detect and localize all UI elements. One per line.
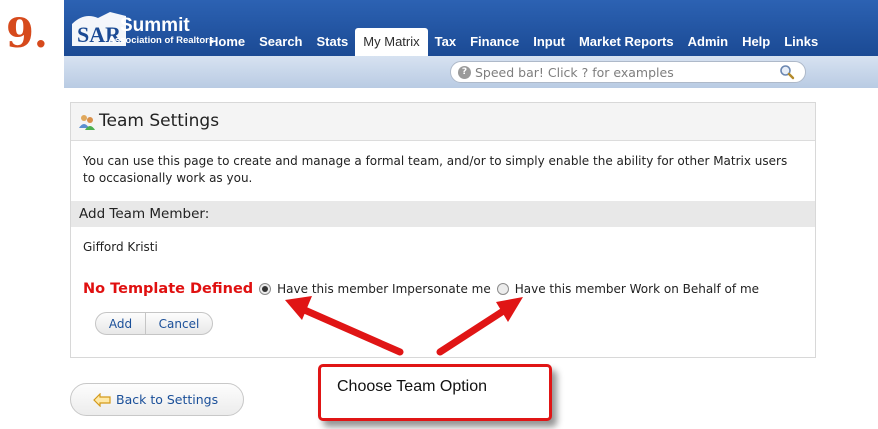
add-button[interactable]: Add [96,313,146,334]
add-team-member-header: Add Team Member: [71,201,815,227]
add-cancel-group: Add Cancel [95,312,213,335]
page-title: Team Settings [99,111,220,131]
page-description: You can use this page to create and mana… [83,154,788,185]
nav-market-reports[interactable]: Market Reports [572,28,681,56]
nav-admin[interactable]: Admin [681,28,735,56]
nav-home[interactable]: Home [202,28,252,56]
search-icon[interactable] [779,64,795,80]
nav-stats[interactable]: Stats [310,28,356,56]
speedbar-input[interactable] [475,62,771,82]
work-on-behalf-label[interactable]: Have this member Work on Behalf of me [515,282,759,296]
nav-my-matrix[interactable]: My Matrix [355,28,428,56]
back-arrow-icon [93,393,111,407]
member-name: Gifford Kristi [83,240,158,254]
nav-links[interactable]: Links [777,28,825,56]
team-settings-panel: Team Settings You can use this page to c… [70,102,816,358]
no-template-warning: No Template Defined [83,281,254,297]
section-title: Add Team Member: [79,206,210,222]
summit-logo[interactable]: SAR Summit Association of Realtors [70,6,214,52]
nav-search[interactable]: Search [252,28,309,56]
speedbar: ? [450,61,806,83]
impersonate-label[interactable]: Have this member Impersonate me [277,282,491,296]
speedbar-strip: ? [64,56,878,88]
team-icon [79,115,95,130]
top-header: SAR Summit Association of Realtors Home … [64,0,878,88]
logo-subtitle: Association of Realtors [108,35,215,46]
callout-box: Choose Team Option [318,364,552,421]
work-on-behalf-radio[interactable] [496,283,509,295]
nav-tax[interactable]: Tax [428,28,463,56]
navbar: SAR Summit Association of Realtors Home … [64,0,878,56]
cancel-button[interactable]: Cancel [146,313,212,334]
nav-help[interactable]: Help [735,28,777,56]
panel-header: Team Settings [71,103,815,141]
nav-input[interactable]: Input [526,28,572,56]
step-number: 9. [6,10,48,57]
nav-menu: Home Search Stats My Matrix Tax Finance … [202,28,825,56]
back-to-settings-button[interactable]: Back to Settings [70,383,244,416]
team-option-row: No Template Defined Have this member Imp… [83,279,765,299]
logo-name: Summit [120,15,190,36]
nav-finance[interactable]: Finance [463,28,526,56]
help-icon[interactable]: ? [458,66,471,79]
back-label: Back to Settings [116,392,219,407]
callout-text: Choose Team Option [337,378,488,395]
impersonate-radio[interactable] [259,283,272,295]
